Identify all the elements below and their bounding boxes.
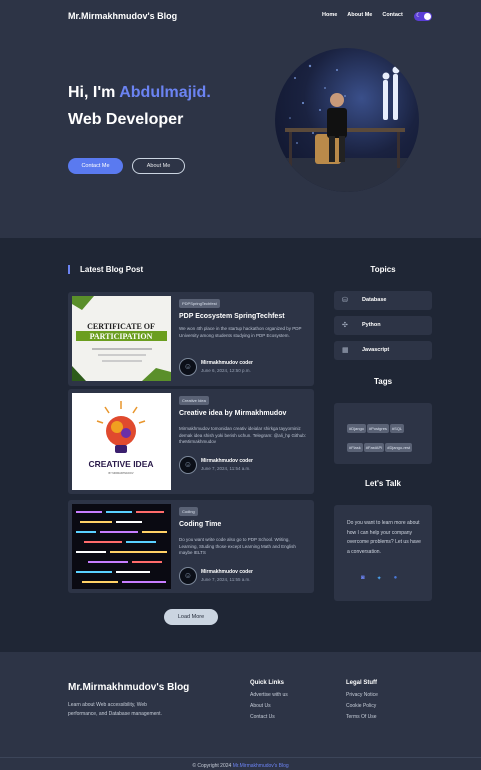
post-category-badge[interactable]: Coding [179,507,198,516]
footer-link-contact[interactable]: Contact Us [250,714,275,720]
twitter-icon[interactable]: ✦ [377,575,382,582]
topic-database[interactable]: ⛁ Database [334,291,432,310]
post-thumbnail: CERTIFICATE OF PARTICIPATION [72,296,171,381]
database-icon: ⛁ [342,297,348,304]
copyright: © Copyright 2024 Mr.Mirmakhmudov's Blog [0,763,481,769]
tags-panel: #Django #Postgres #SQL #Flask #FastAPI #Djang… [334,403,432,464]
quick-links-heading: Quick Links [250,680,285,686]
javascript-icon: ▦ [342,347,349,354]
post-thumbnail [72,504,171,589]
thumb-creative-title: CREATIVE IDEA [88,459,153,469]
blog-post-card[interactable]: CREATIVE IDEA BY MIRMAKHMUDOV Creative I… [68,389,314,494]
post-category-badge[interactable]: PDPSpringTechfest [179,299,220,308]
nav-home[interactable]: Home [322,12,337,18]
footer-brand[interactable]: Mr.Mirmakhmudov's Blog [68,682,189,693]
greeting-text: Hi, I'm [68,84,120,101]
topic-label: Javascript [362,347,390,353]
post-date: June 6, 2024, 12:50 p.m. [201,368,251,373]
footer-about: Learn about Web accessibility, Web perfo… [68,702,162,717]
tag-sql[interactable]: #SQL [389,424,405,433]
post-excerpt: Mirmakhmudov tomonidan creativ ideialar … [179,426,307,444]
footer-link-about[interactable]: About Us [250,703,271,709]
load-more-button[interactable]: Load More [164,609,218,625]
tag-django-rest[interactable]: #Django-rest [385,443,413,452]
thumb-creative-subtitle: BY MIRMAKHMUDOV [108,472,133,475]
tag-postgres[interactable]: #Postgres [366,424,389,433]
tag-fastapi[interactable]: #FastAPI [363,443,385,452]
post-author: ☺ Mirmakhmudov coder June 7, 2024, 11:55… [179,567,309,585]
footer-link-cookie[interactable]: Cookie Policy [346,703,376,709]
legal-heading: Legal Stuff [346,680,377,686]
post-excerpt: We won 4th place in the startup hackatho… [179,326,302,338]
topic-label: Python [362,322,381,328]
latest-posts-heading: Latest Blog Post [68,265,143,274]
footer-link-terms[interactable]: Terms Of Use [346,714,377,720]
nav-contact[interactable]: Contact [382,12,402,18]
post-title[interactable]: Coding Time [179,521,309,528]
topic-python[interactable]: ✣ Python [334,316,432,335]
hero-role: Web Developer [68,111,184,128]
python-icon: ✣ [342,322,348,329]
post-author: ☺ Mirmakhmudov coder June 7, 2024, 11:54… [179,456,309,474]
post-author: ☺ Mirmakhmudov coder June 6, 2024, 12:50… [179,358,309,376]
author-avatar-icon: ☺ [179,358,197,376]
author-name: Mirmakhmudov coder [201,569,253,575]
author-name: Mirmakhmudov coder [201,360,253,366]
theme-toggle[interactable]: ☾ [414,12,432,21]
post-date: June 7, 2024, 11:55 a.m. [201,577,251,582]
tag-django[interactable]: #Django [347,424,366,433]
blog-post-card[interactable]: CERTIFICATE OF PARTICIPATION PDPSpringTe… [68,292,314,386]
author-avatar-icon: ☺ [179,456,197,474]
main-nav: Home About Me Contact [322,12,403,18]
tag-flask[interactable]: #Flask [347,443,363,452]
facebook-icon[interactable]: ● [394,575,398,582]
profile-photo [275,48,419,192]
lets-talk-panel: Do you want to learn more about how I ca… [334,505,432,601]
footer-link-advertise[interactable]: Advertise with us [250,692,288,698]
blog-post-card[interactable]: Coding Coding Time Do you want write cod… [68,500,314,593]
thumb-cert-title: CERTIFICATE OF [87,322,155,331]
tags-heading: Tags [373,377,393,386]
instagram-icon[interactable]: ◙ [361,575,365,582]
post-date: June 7, 2024, 11:54 a.m. [201,466,251,471]
topics-heading: Topics [370,265,396,274]
copyright-prefix: © Copyright 2024 [192,763,233,769]
toggle-knob [424,13,431,20]
hero-greeting: Hi, I'm Abdulmajid. [68,84,211,102]
about-me-button[interactable]: About Me [132,158,185,174]
copyright-brand-link[interactable]: Mr.Mirmakhmudov's Blog [233,763,289,769]
lets-talk-text: Do you want to learn more about how I ca… [347,520,421,555]
footer-divider [0,757,481,758]
hero-name: Abdulmajid. [119,84,211,101]
moon-icon: ☾ [416,13,422,19]
footer-link-privacy[interactable]: Privacy Notice [346,692,378,698]
thumb-cert-subtitle: PARTICIPATION [90,332,153,341]
topic-javascript[interactable]: ▦ Javascript [334,341,432,360]
lets-talk-heading: Let's Talk [365,479,401,488]
author-avatar-icon: ☺ [179,567,197,585]
post-title[interactable]: Creative idea by Mirmakhmudov [179,410,309,417]
contact-me-button[interactable]: Contact Me [68,158,123,174]
topic-label: Database [362,297,387,303]
post-thumbnail: CREATIVE IDEA BY MIRMAKHMUDOV [72,393,171,490]
author-name: Mirmakhmudov coder [201,458,253,464]
social-links: ◙ ✦ ● [361,575,397,582]
site-brand[interactable]: Mr.Mirmakhmudov's Blog [68,11,177,21]
post-category-badge[interactable]: Creative Idea [179,396,209,405]
nav-about[interactable]: About Me [347,12,372,18]
post-title[interactable]: PDP Ecosystem SpringTechfest [179,313,309,320]
hero-section: Mr.Mirmakhmudov's Blog Home About Me Con… [0,0,481,238]
post-excerpt: Do you want write code also go to PDP Sc… [179,537,296,555]
